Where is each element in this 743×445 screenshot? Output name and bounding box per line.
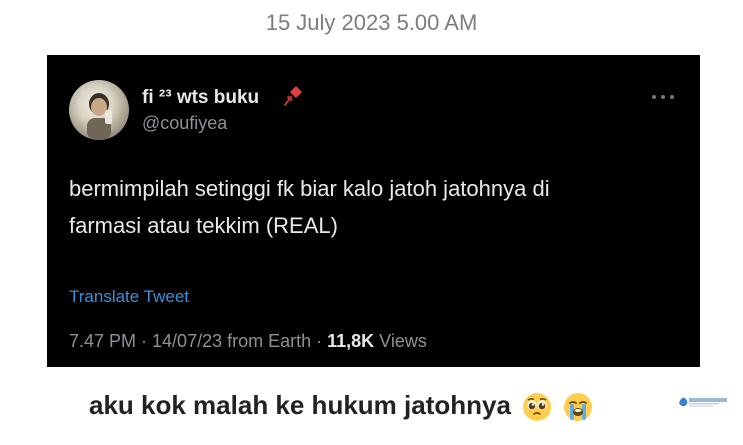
tweet-timestamp[interactable]: 7.47 PM · 14/07/23 from Earth · [69,331,327,351]
pleading-face-icon [523,393,552,422]
tweet-card[interactable]: fi ²³ wts buku @coufiyea bermimpilah set… [47,55,700,367]
tweet-text-line: farmasi atau tekkim (REAL) [69,213,338,238]
avatar[interactable] [69,80,129,140]
watermark-logo-icon [679,397,727,407]
screenshot-timestamp: 15 July 2023 5.00 AM [265,10,478,35]
views-label: Views [374,331,427,351]
tweet-text: bermimpilah setinggi fk biar kalo jatoh … [69,170,669,244]
tweet-meta: 7.47 PM · 14/07/23 from Earth · 11,8K Vi… [69,331,427,352]
loudly-crying-face-icon [564,393,593,422]
display-name[interactable]: fi ²³ wts buku [142,87,259,109]
user-handle[interactable]: @coufiyea [142,113,227,134]
caption-text: aku kok malah ke hukum jatohnya [89,390,511,420]
translate-tweet-link[interactable]: Translate Tweet [69,287,189,307]
views-count: 11,8K [327,331,375,351]
caption: aku kok malah ke hukum jatohnya [89,390,593,422]
pushpin-icon [283,86,302,107]
more-options-icon[interactable] [651,93,675,101]
tweet-text-line: bermimpilah setinggi fk biar kalo jatoh … [69,176,550,201]
